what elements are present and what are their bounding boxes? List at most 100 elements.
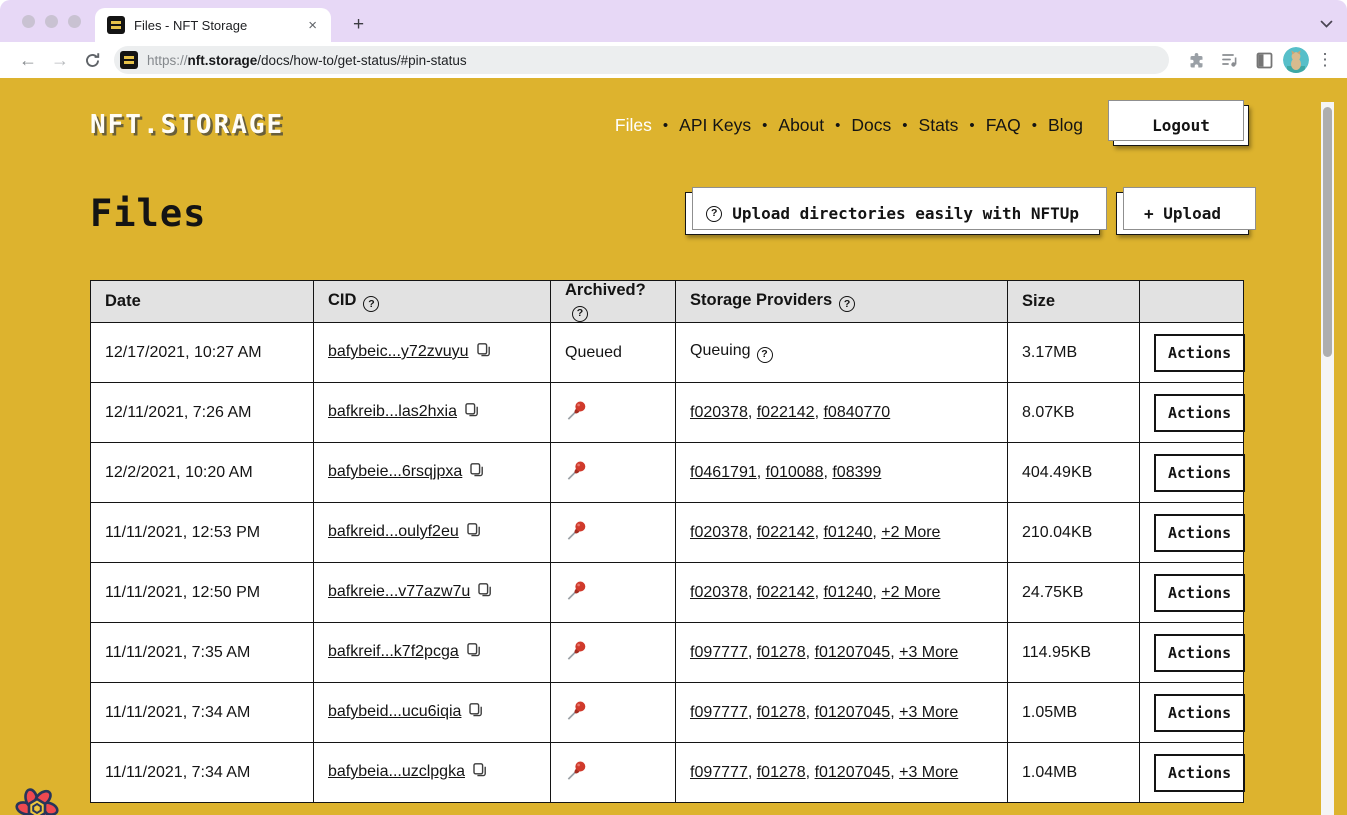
- providers-cell: f0461791, f010088, f08399: [676, 443, 1008, 503]
- more-providers-link[interactable]: +3 More: [899, 764, 958, 781]
- media-controls-icon[interactable]: [1215, 51, 1245, 69]
- nftup-button[interactable]: ?Upload directories easily with NFTUp: [685, 192, 1100, 235]
- column-header: Storage Providers?: [676, 281, 1008, 323]
- providers-cell: f097777, f01278, f01207045, +3 More: [676, 623, 1008, 683]
- forward-button[interactable]: →: [46, 50, 74, 71]
- pixel-flower-icon: [14, 785, 60, 815]
- profile-avatar[interactable]: [1283, 47, 1309, 73]
- cid-link[interactable]: bafybeic...y72zvuyu: [328, 343, 469, 360]
- archived-cell: [551, 443, 676, 503]
- help-icon[interactable]: ?: [839, 296, 855, 312]
- size-cell: 3.17MB: [1008, 323, 1140, 383]
- table-row: 11/11/2021, 12:53 PM bafkreid...oulyf2eu f…: [91, 503, 1244, 563]
- side-panel-icon[interactable]: [1249, 52, 1279, 69]
- tab-close-icon[interactable]: ×: [304, 17, 321, 34]
- table-row: 12/17/2021, 10:27 AMbafybeic...y72zvuyuQ…: [91, 323, 1244, 383]
- nav-item-files[interactable]: Files: [615, 115, 652, 136]
- archived-cell: [551, 563, 676, 623]
- help-icon[interactable]: ?: [757, 347, 773, 363]
- window-minimize-button[interactable]: [45, 15, 58, 28]
- provider-link[interactable]: f01278: [757, 644, 806, 661]
- provider-link[interactable]: f022142: [757, 404, 815, 421]
- url-bar[interactable]: https://nft.storage/docs/how-to/get-stat…: [114, 46, 1169, 74]
- logout-button[interactable]: Logout: [1113, 105, 1249, 146]
- provider-link[interactable]: f020378: [690, 584, 748, 601]
- more-providers-link[interactable]: +3 More: [899, 704, 958, 721]
- copy-icon[interactable]: [472, 762, 488, 783]
- nav-item-faq[interactable]: FAQ: [986, 115, 1021, 136]
- provider-link[interactable]: f01278: [757, 704, 806, 721]
- actions-button[interactable]: Actions: [1154, 754, 1245, 792]
- provider-link[interactable]: f022142: [757, 584, 815, 601]
- nft-storage-logo[interactable]: NFT.STORAGE: [90, 110, 284, 140]
- actions-button[interactable]: Actions: [1154, 454, 1245, 492]
- provider-link[interactable]: f0840770: [823, 404, 890, 421]
- nav-item-stats[interactable]: Stats: [919, 115, 959, 136]
- actions-button[interactable]: Actions: [1154, 574, 1245, 612]
- cid-link[interactable]: bafybeid...ucu6iqia: [328, 703, 461, 720]
- reload-button[interactable]: [78, 52, 106, 69]
- copy-icon[interactable]: [466, 642, 482, 663]
- actions-cell: Actions: [1140, 743, 1244, 803]
- new-tab-button[interactable]: +: [347, 14, 370, 36]
- nav-item-docs[interactable]: Docs: [851, 115, 891, 136]
- help-icon[interactable]: ?: [572, 306, 588, 322]
- actions-button[interactable]: Actions: [1154, 634, 1245, 672]
- cid-link[interactable]: bafkreib...las2hxia: [328, 403, 457, 420]
- provider-link[interactable]: f097777: [690, 764, 748, 781]
- actions-button[interactable]: Actions: [1154, 394, 1245, 432]
- copy-icon[interactable]: [477, 582, 493, 603]
- nav-item-api-keys[interactable]: API Keys: [679, 115, 751, 136]
- provider-link[interactable]: f0461791: [690, 464, 757, 481]
- more-providers-link[interactable]: +2 More: [881, 524, 940, 541]
- help-icon[interactable]: ?: [363, 296, 379, 312]
- providers-cell: f020378, f022142, f0840770: [676, 383, 1008, 443]
- provider-link[interactable]: f08399: [832, 464, 881, 481]
- copy-icon[interactable]: [476, 342, 492, 363]
- back-button[interactable]: ←: [14, 50, 42, 71]
- cid-link[interactable]: bafybeie...6rsqjpxa: [328, 463, 462, 480]
- provider-link[interactable]: f01207045: [815, 644, 891, 661]
- tab-strip-chevron-icon[interactable]: [1320, 16, 1333, 34]
- provider-link[interactable]: f010088: [766, 464, 824, 481]
- browser-tab[interactable]: Files - NFT Storage ×: [95, 8, 331, 42]
- copy-icon[interactable]: [466, 522, 482, 543]
- more-providers-link[interactable]: +2 More: [881, 584, 940, 601]
- copy-icon[interactable]: [469, 462, 485, 483]
- scrollbar-thumb[interactable]: [1323, 107, 1332, 357]
- date-cell: 11/11/2021, 7:34 AM: [91, 743, 314, 803]
- date-cell: 11/11/2021, 12:53 PM: [91, 503, 314, 563]
- actions-button[interactable]: Actions: [1154, 694, 1245, 732]
- cid-link[interactable]: bafkreie...v77azw7u: [328, 583, 470, 600]
- window-zoom-button[interactable]: [68, 15, 81, 28]
- more-providers-link[interactable]: +3 More: [899, 644, 958, 661]
- size-cell: 24.75KB: [1008, 563, 1140, 623]
- actions-button[interactable]: Actions: [1154, 514, 1245, 552]
- provider-link[interactable]: f01278: [757, 764, 806, 781]
- provider-link[interactable]: f01240: [823, 584, 872, 601]
- cid-link[interactable]: bafybeia...uzclpgka: [328, 763, 465, 780]
- provider-link[interactable]: f020378: [690, 524, 748, 541]
- cid-link[interactable]: bafkreid...oulyf2eu: [328, 523, 459, 540]
- date-cell: 11/11/2021, 7:35 AM: [91, 623, 314, 683]
- extensions-puzzle-icon[interactable]: [1181, 51, 1211, 70]
- nav-item-blog[interactable]: Blog: [1048, 115, 1083, 136]
- cid-link[interactable]: bafkreif...k7f2pcga: [328, 643, 459, 660]
- window-close-button[interactable]: [22, 15, 35, 28]
- provider-link[interactable]: f01207045: [815, 764, 891, 781]
- provider-link[interactable]: f097777: [690, 704, 748, 721]
- archived-cell: [551, 383, 676, 443]
- nav-separator: •: [902, 117, 907, 134]
- upload-button[interactable]: + Upload: [1116, 192, 1249, 235]
- browser-menu-icon[interactable]: ⋮: [1313, 50, 1337, 70]
- provider-link[interactable]: f097777: [690, 644, 748, 661]
- copy-icon[interactable]: [468, 702, 484, 723]
- provider-link[interactable]: f020378: [690, 404, 748, 421]
- nav-item-about[interactable]: About: [778, 115, 824, 136]
- provider-link[interactable]: f022142: [757, 524, 815, 541]
- provider-link[interactable]: f01240: [823, 524, 872, 541]
- copy-icon[interactable]: [464, 402, 480, 423]
- pin-icon: [565, 699, 588, 727]
- actions-button[interactable]: Actions: [1154, 334, 1245, 372]
- provider-link[interactable]: f01207045: [815, 704, 891, 721]
